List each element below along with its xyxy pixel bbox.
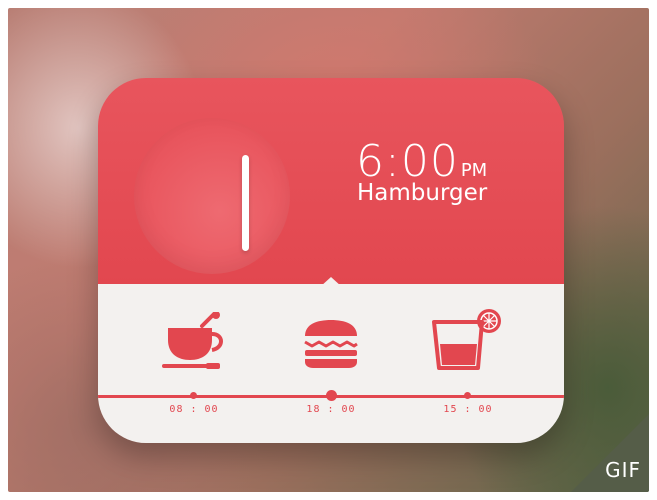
timeline-dot-18[interactable] [326,390,337,401]
drink-glass-icon[interactable] [431,306,505,372]
clock-hand[interactable] [242,155,249,251]
timeline-label: 15 : 00 [443,404,493,415]
timeline-dot-15[interactable] [464,392,471,399]
alarm-time-period: PM [460,160,488,181]
meal-name: Hamburger [357,180,488,206]
coffee-cup-icon[interactable] [162,311,232,370]
widget-header: 6:00 PM Hamburger [98,78,564,284]
timeline-label: 18 : 00 [306,404,356,415]
clock-face[interactable] [134,118,290,274]
gif-badge: GIF [605,458,641,482]
hamburger-icon[interactable] [303,320,359,368]
meal-reminder-widget: 6:00 PM Hamburger 08: 00 18: 00 15: 0… [98,78,564,443]
timeline-label: 08 : 00 [169,404,219,415]
timeline-dot-08[interactable] [190,392,197,399]
